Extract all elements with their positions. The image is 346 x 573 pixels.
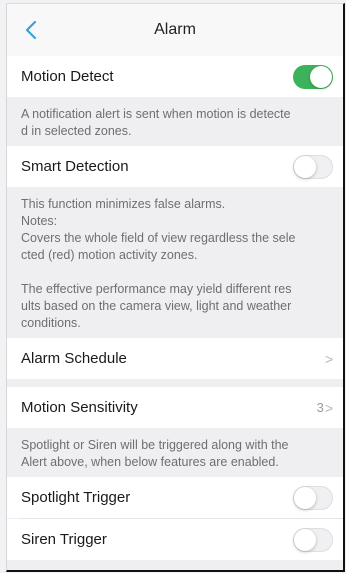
trigger-note: Spotlight or Siren will be triggered alo… xyxy=(21,438,289,469)
spotlight-trigger-row: Spotlight Trigger xyxy=(7,477,343,518)
siren-trigger-toggle[interactable] xyxy=(293,527,333,552)
smart-detection-row: Smart Detection xyxy=(7,146,343,187)
spotlight-trigger-label: Spotlight Trigger xyxy=(21,489,131,506)
motion-sensitivity-value: 3 xyxy=(316,400,324,415)
alarm-schedule-row[interactable]: Alarm Schedule > xyxy=(7,338,343,379)
nav-bar: Alarm xyxy=(7,4,343,56)
back-button[interactable] xyxy=(21,18,41,42)
chevron-right-icon: > xyxy=(324,399,333,416)
page-title: Alarm xyxy=(154,21,196,38)
siren-trigger-row: Siren Trigger xyxy=(7,519,343,560)
smart-detection-toggle[interactable] xyxy=(293,154,333,179)
motion-detect-toggle[interactable] xyxy=(293,64,333,89)
motion-detect-label: Motion Detect xyxy=(21,68,114,85)
smart-detection-label: Smart Detection xyxy=(21,158,129,175)
toggle-knob xyxy=(310,65,332,88)
motion-detect-row: Motion Detect xyxy=(7,56,343,97)
toggle-knob xyxy=(294,486,316,509)
chevron-left-icon xyxy=(25,20,37,40)
toggle-knob xyxy=(294,155,316,178)
alarm-schedule-label: Alarm Schedule xyxy=(21,350,127,367)
spotlight-trigger-toggle[interactable] xyxy=(293,485,333,510)
chevron-right-icon: > xyxy=(324,350,333,367)
screen: Alarm Motion Detect A notification alert… xyxy=(6,3,345,572)
motion-detect-description: A notification alert is sent when motion… xyxy=(21,107,291,138)
smart-detection-description: This function minimizes false alarms. No… xyxy=(21,197,296,330)
motion-sensitivity-row[interactable]: Motion Sensitivity 3 > xyxy=(7,387,343,428)
toggle-knob xyxy=(294,528,316,551)
siren-trigger-label: Siren Trigger xyxy=(21,531,107,548)
motion-sensitivity-label: Motion Sensitivity xyxy=(21,399,138,416)
